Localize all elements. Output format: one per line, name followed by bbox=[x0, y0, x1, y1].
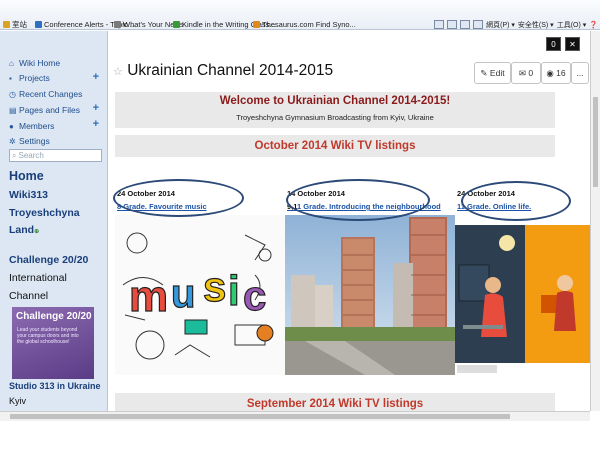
close-icon[interactable]: ✕ bbox=[565, 37, 580, 51]
views-button[interactable]: ◉ 16 bbox=[541, 62, 571, 84]
sidebar-text-international: International bbox=[9, 272, 67, 284]
wiki-sidebar: ⌂ Wiki Home ▪ Projects + ◷ Recent Changes ▤… bbox=[0, 31, 108, 411]
more-button[interactable]: ... bbox=[571, 62, 589, 84]
sidebar-link-troyeshchyna[interactable]: Troyeshchyna bbox=[9, 207, 80, 219]
favorite-icon bbox=[3, 21, 10, 28]
file-icon: ▤ bbox=[9, 105, 17, 115]
favorite-icon bbox=[35, 21, 42, 28]
welcome-heading: Welcome to Ukrainian Channel 2014-2015! bbox=[219, 95, 451, 107]
print-icon[interactable] bbox=[473, 20, 484, 29]
home-icon: ⌂ bbox=[9, 58, 14, 68]
comment-icon: ✉ bbox=[518, 67, 526, 78]
views-icon: ◉ bbox=[546, 67, 554, 78]
command-bar: 網頁(P) ▾ 安全性(S) ▾ 工具(O) ▾ ❓ bbox=[434, 19, 598, 30]
external-link-icon: ⊕ bbox=[34, 229, 40, 235]
counter-icon[interactable]: 0 bbox=[546, 37, 561, 51]
favorite-icon bbox=[114, 21, 121, 28]
october-listings-heading: October 2014 Wiki TV listings bbox=[115, 135, 555, 157]
scroll-thumb[interactable] bbox=[10, 414, 510, 419]
search-icon: ⌕ bbox=[12, 150, 17, 160]
pencil-icon: ✎ bbox=[480, 67, 488, 78]
favorite-link-5[interactable]: Thesaurus.com Find Syno... bbox=[253, 19, 356, 30]
challenge-banner-image[interactable]: Challenge 20/20 Lead your students beyon… bbox=[12, 307, 94, 379]
add-member-icon[interactable]: + bbox=[93, 118, 99, 130]
status-bar bbox=[0, 421, 600, 450]
sidebar-item-settings[interactable]: ✲ Settings bbox=[9, 136, 50, 146]
online-life-illustration[interactable] bbox=[455, 225, 590, 375]
projects-icon: ▪ bbox=[9, 73, 12, 83]
home-icon[interactable] bbox=[434, 20, 445, 29]
svg-text:m: m bbox=[129, 272, 168, 321]
page-menu[interactable]: 網頁(P) ▾ bbox=[486, 20, 515, 30]
favorite-icon bbox=[173, 21, 180, 28]
music-doodle-image[interactable]: m u s i c bbox=[115, 215, 285, 375]
browser-toolbar: 室站 Conference Alerts - Topic ... What's … bbox=[0, 0, 600, 30]
sidebar-text-channel: Channel bbox=[9, 290, 49, 302]
september-listings-heading: September 2014 Wiki TV listings bbox=[115, 393, 555, 411]
user-icon: ● bbox=[9, 121, 14, 131]
sidebar-item-recent-changes[interactable]: ◷ Recent Changes bbox=[9, 89, 82, 99]
gear-icon: ✲ bbox=[9, 136, 16, 146]
safety-menu[interactable]: 安全性(S) ▾ bbox=[518, 20, 554, 30]
sidebar-item-wiki-home[interactable]: ⌂ Wiki Home bbox=[9, 58, 60, 68]
sidebar-item-pages-files[interactable]: ▤ Pages and Files bbox=[9, 105, 80, 115]
welcome-subtitle: Troyeshchyna Gymnasium Broadcasting from… bbox=[236, 113, 434, 122]
vertical-scrollbar[interactable] bbox=[590, 31, 600, 411]
svg-text:i: i bbox=[228, 267, 240, 314]
tools-menu[interactable]: 工具(O) ▾ bbox=[557, 20, 587, 30]
add-page-icon[interactable]: + bbox=[93, 102, 99, 114]
sidebar-item-projects[interactable]: ▪ Projects bbox=[9, 73, 50, 83]
svg-text:c: c bbox=[243, 272, 266, 319]
add-project-icon[interactable]: + bbox=[93, 71, 99, 83]
search-input[interactable]: ⌕ Search bbox=[9, 149, 102, 162]
horizontal-scrollbar[interactable] bbox=[0, 411, 590, 421]
sidebar-item-members[interactable]: ● Members bbox=[9, 121, 54, 131]
page-content: 0 ✕ ☆ Ukrainian Channel 2014-2015 ✎ Edit… bbox=[109, 31, 590, 411]
comments-button[interactable]: ✉ 0 bbox=[511, 62, 541, 84]
svg-text:u: u bbox=[171, 272, 195, 316]
sidebar-link-studio[interactable]: Studio 313 in Ukraine bbox=[9, 381, 101, 391]
sidebar-link-challenge[interactable]: Challenge 20/20 bbox=[9, 254, 88, 266]
help-icon[interactable]: ❓ bbox=[589, 21, 598, 29]
welcome-banner: Welcome to Ukrainian Channel 2014-2015! … bbox=[115, 92, 555, 128]
sidebar-link-home[interactable]: Home bbox=[9, 169, 44, 183]
clock-icon: ◷ bbox=[9, 89, 16, 99]
favorite-icon bbox=[253, 21, 260, 28]
star-icon[interactable]: ☆ bbox=[113, 66, 123, 78]
window-mini-buttons: 0 ✕ bbox=[546, 37, 580, 51]
highlight-oval bbox=[113, 179, 244, 217]
sidebar-link-land[interactable]: Land⊕ bbox=[9, 224, 39, 236]
sidebar-text-kyiv: Kyiv bbox=[9, 396, 27, 406]
highlight-oval bbox=[461, 181, 571, 221]
mail-icon[interactable] bbox=[460, 20, 471, 29]
neighbourhood-photo[interactable] bbox=[285, 215, 455, 375]
favorite-link-1[interactable]: 室站 bbox=[3, 19, 27, 30]
sidebar-link-wiki313[interactable]: Wiki313 bbox=[9, 189, 48, 201]
scroll-thumb[interactable] bbox=[593, 97, 598, 187]
page-title: ☆ Ukrainian Channel 2014-2015 bbox=[113, 62, 334, 79]
feed-icon[interactable] bbox=[447, 20, 458, 29]
edit-button[interactable]: ✎ Edit bbox=[474, 62, 511, 84]
svg-text:s: s bbox=[203, 263, 226, 310]
highlight-oval bbox=[286, 179, 430, 221]
